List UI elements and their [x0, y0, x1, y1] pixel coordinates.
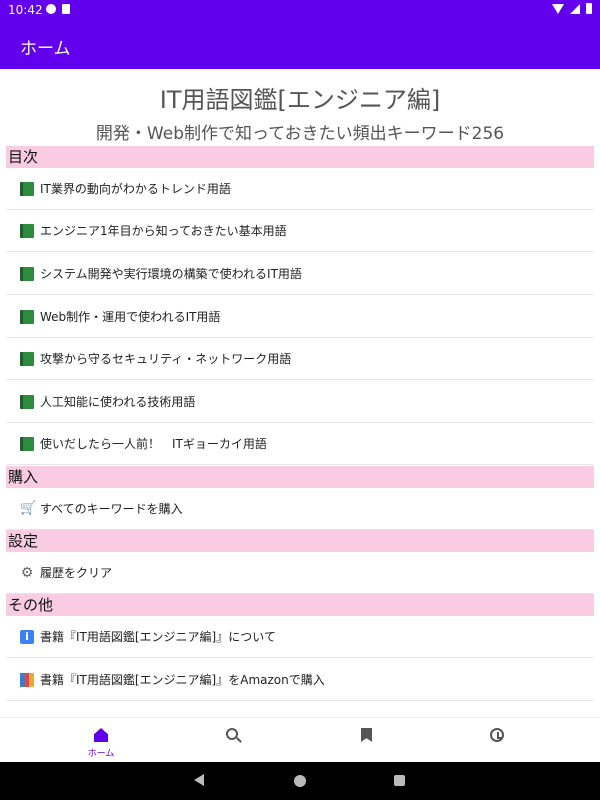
list-item-chapter-5[interactable]: 攻撃から守るセキュリティ・ネットワーク用語: [6, 338, 594, 380]
list-item-label: IT業界の動向がわかるトレンド用語: [40, 182, 231, 196]
status-bar: 10:42: [0, 0, 600, 20]
green-book-icon: [20, 266, 34, 281]
app-bar-title: ホーム: [20, 39, 71, 59]
recent-apps-icon[interactable]: [394, 775, 405, 786]
list-item-about-book[interactable]: i 書籍『IT用語図鑑[エンジニア編]』について: [6, 616, 594, 658]
list-item-label: 履歴をクリア: [40, 566, 113, 580]
green-book-icon: [20, 394, 34, 409]
gear-icon: ⚙: [20, 564, 34, 581]
wifi-icon: [552, 3, 564, 14]
system-status-icons: [552, 3, 592, 14]
notification-icons: [46, 4, 70, 14]
list-item-chapter-7[interactable]: 使いだしたら一人前！ ITギョーカイ用語: [6, 423, 594, 465]
list-item-chapter-6[interactable]: 人工知能に使われる技術用語: [6, 381, 594, 423]
list-item-label: システム開発や実行環境の構築で使われるIT用語: [40, 267, 302, 281]
list-item-buy-amazon[interactable]: 書籍『IT用語図鑑[エンジニア編]』をAmazonで購入: [6, 659, 594, 701]
book-title: IT用語図鑑[エンジニア編]: [159, 86, 441, 114]
list-item-label: 書籍『IT用語図鑑[エンジニア編]』について: [40, 630, 276, 644]
status-time: 10:42: [8, 3, 43, 17]
sd-card-icon: [62, 4, 70, 14]
green-book-icon: [20, 223, 34, 238]
bottom-navigation: ホーム: [0, 717, 600, 763]
history-icon: [490, 728, 504, 742]
list-item-label: 人工知能に使われる技術用語: [40, 395, 196, 409]
list-item-chapter-2[interactable]: エンジニア1年目から知っておきたい基本用語: [6, 210, 594, 252]
system-home-icon[interactable]: [294, 775, 306, 787]
list-item-label: 使いだしたら一人前！ ITギョーカイ用語: [40, 437, 267, 451]
list-item-label: 攻撃から守るセキュリティ・ネットワーク用語: [40, 352, 292, 366]
list-item-label: エンジニア1年目から知っておきたい基本用語: [40, 224, 287, 238]
green-book-icon: [20, 181, 34, 196]
battery-icon: [586, 3, 592, 14]
back-icon[interactable]: [194, 774, 204, 786]
main-content[interactable]: IT用語図鑑[エンジニア編] 開発・Web制作で知っておきたい頻出キーワード25…: [0, 69, 600, 717]
nav-search-button[interactable]: [183, 718, 283, 763]
search-icon: [226, 728, 238, 740]
list-item-label: Web制作・運用で使われるIT用語: [40, 310, 221, 324]
list-item-label: すべてのキーワードを購入: [40, 502, 183, 516]
signal-icon: [570, 3, 580, 14]
list-item-purchase-all[interactable]: 🛒 すべてのキーワードを購入: [6, 488, 594, 530]
nav-bookmark-button[interactable]: [316, 718, 416, 763]
list-item-label: 書籍『IT用語図鑑[エンジニア編]』をAmazonで購入: [40, 673, 325, 687]
list-item-clear-history[interactable]: ⚙ 履歴をクリア: [6, 552, 594, 594]
section-header-settings: 設定: [6, 530, 594, 552]
nav-home-button[interactable]: ホーム: [51, 718, 151, 763]
list-item-chapter-1[interactable]: IT業界の動向がわかるトレンド用語: [6, 168, 594, 210]
list-item-chapter-4[interactable]: Web制作・運用で使われるIT用語: [6, 296, 594, 338]
books-icon: [20, 672, 34, 687]
section-header-contents: 目次: [6, 146, 594, 168]
green-book-icon: [20, 309, 34, 324]
list-item-chapter-3[interactable]: システム開発や実行環境の構築で使われるIT用語: [6, 253, 594, 295]
info-icon: i: [20, 629, 34, 644]
section-header-purchase: 購入: [6, 466, 594, 488]
nav-history-button[interactable]: [447, 718, 547, 763]
home-icon: [94, 728, 108, 742]
app-bar: ホーム: [0, 20, 600, 69]
nav-home-label: ホーム: [87, 749, 115, 759]
bookmark-icon: [361, 728, 372, 742]
green-book-icon: [20, 436, 34, 451]
section-header-other: その他: [6, 594, 594, 616]
system-navigation-bar: [0, 762, 600, 800]
cart-icon: 🛒: [20, 500, 37, 516]
book-subtitle: 開発・Web制作で知っておきたい頻出キーワード256: [95, 124, 505, 144]
sync-icon: [46, 4, 56, 14]
green-book-icon: [20, 351, 34, 366]
